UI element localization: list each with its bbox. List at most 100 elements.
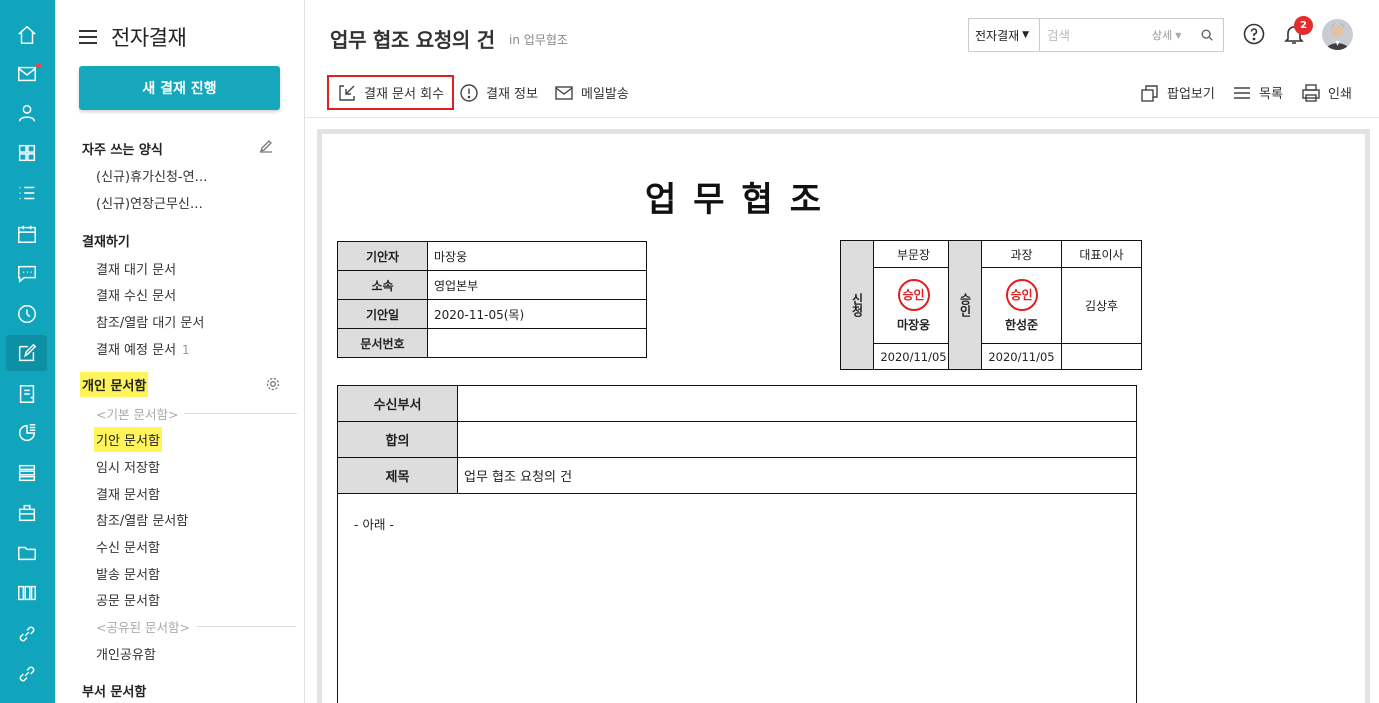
sidebar-item-reference[interactable]: 참조/열람 문서함 <box>96 510 188 529</box>
sidebar-item-received[interactable]: 결재 수신 문서 <box>96 285 176 304</box>
drafter-info-table: 기안자 마장웅 소속 영업본부 기안일 2020-11-05(목) 문서번호 <box>337 241 647 358</box>
rail-briefcase-icon[interactable] <box>6 495 47 531</box>
rail-mail-icon[interactable] <box>6 56 47 92</box>
rail-list-icon[interactable] <box>6 175 47 211</box>
sidebar-item-drafts[interactable]: 기안 문서함 <box>94 427 162 452</box>
rail-approval-icon[interactable] <box>6 335 47 371</box>
sidebar-item-inbox[interactable]: 수신 문서함 <box>96 537 160 556</box>
approve-role: 대표이사 <box>1061 240 1142 268</box>
dept-section-title: 부서 문서함 <box>82 685 147 700</box>
favorite-item[interactable]: (신규)휴가신청-연… <box>96 166 208 185</box>
settings-gear-icon[interactable] <box>265 376 281 392</box>
apply-side-label: 신청 <box>840 240 874 370</box>
recall-icon <box>339 84 355 101</box>
page-subtitle: in 업무협조 <box>509 33 568 47</box>
send-mail-label: 메일발송 <box>581 87 629 102</box>
search-input[interactable] <box>1040 19 1152 51</box>
search-scope-select[interactable]: 전자결재 ▼ <box>969 19 1040 51</box>
rail-link-icon[interactable] <box>6 616 47 652</box>
search-scope-label: 전자결재 <box>975 28 1020 43</box>
signer-name: 김상후 <box>1084 299 1119 313</box>
approval-info-button[interactable]: 결재 정보 <box>459 76 538 109</box>
sidebar-item-official[interactable]: 공문 문서함 <box>96 590 160 609</box>
rail-clock-icon[interactable] <box>6 296 47 332</box>
divider <box>184 413 298 414</box>
approve-side-label: 승인 <box>948 240 982 370</box>
favorite-item[interactable]: (신규)연장근무신… <box>96 193 203 212</box>
sidebar-item-temp[interactable]: 임시 저장함 <box>96 457 160 476</box>
search-icon[interactable] <box>1192 19 1222 51</box>
table-row: 문서번호 <box>337 328 647 358</box>
body-key: 제목 <box>337 457 458 494</box>
info-value: 영업본부 <box>427 270 647 300</box>
apply-signature-table: 신청 부문장 승인 마장웅 2020/11/05 <box>840 240 954 370</box>
sidebar: 전자결재 새 결재 진행 자주 쓰는 양식 (신규)휴가신청-연… (신규)연장… <box>55 0 305 703</box>
rail-chat-icon[interactable] <box>6 256 47 292</box>
avatar[interactable] <box>1322 19 1353 50</box>
approve-signature-table: 승인 과장 대표이사 승인 한성준 김상후 2020/11/05 <box>948 240 1142 370</box>
scheduled-count: 1 <box>182 343 190 357</box>
apply-date: 2020/11/05 <box>873 343 954 370</box>
document-content: - 아래 - <box>337 493 1137 703</box>
document-body-table: 수신부서 합의 제목 업무 협조 요청의 건 - 아래 - <box>337 385 1137 703</box>
search-bar: 전자결재▼ 상세▼ <box>968 18 1224 52</box>
sidebar-item-reference-pending[interactable]: 참조/열람 대기 문서 <box>96 312 204 331</box>
signer-name: 한성준 <box>1004 317 1039 332</box>
popup-view-button[interactable]: 팝업보기 <box>1140 76 1215 109</box>
sidebar-item-approved[interactable]: 결재 문서함 <box>96 484 160 503</box>
recall-document-button[interactable]: 결재 문서 회수 <box>327 75 455 110</box>
approve-signature-cell: 승인 한성준 <box>981 267 1062 344</box>
page-title: 업무 협조 요청의 건 <box>330 28 495 52</box>
mail-icon <box>555 85 573 100</box>
approve-date <box>1061 343 1142 370</box>
signer-name: 마장웅 <box>896 317 931 332</box>
approval-info-label: 결재 정보 <box>486 87 538 102</box>
personal-section-title[interactable]: 개인 문서함 <box>80 372 149 397</box>
chevron-down-icon: ▼ <box>1022 30 1030 40</box>
help-icon[interactable] <box>1242 22 1266 46</box>
search-detail-toggle[interactable]: 상세 ▼ <box>1152 19 1192 51</box>
favorites-section-title: 자주 쓰는 양식 <box>82 143 163 158</box>
sidebar-item-sent[interactable]: 발송 문서함 <box>96 564 160 583</box>
sidebar-item-scheduled[interactable]: 결재 예정 문서 1 <box>96 339 190 358</box>
sidebar-title: 전자결재 <box>111 26 187 50</box>
new-approval-button[interactable]: 새 결재 진행 <box>79 66 280 110</box>
sidebar-item-label: 결재 예정 문서 <box>96 343 177 358</box>
recall-label: 결재 문서 회수 <box>364 87 445 102</box>
approve-section-title: 결재하기 <box>82 235 130 250</box>
rail-folder-icon[interactable] <box>6 535 47 571</box>
info-key: 기안자 <box>337 241 428 271</box>
basic-folder-group-label: <기본 문서함> <box>96 404 298 423</box>
body-key: 합의 <box>337 421 458 458</box>
search-detail-label: 상세 <box>1152 29 1173 42</box>
toolbar-divider <box>305 117 1379 118</box>
group-label-text: <공유된 문서함> <box>96 620 190 635</box>
sidebar-item-personal-shared[interactable]: 개인공유함 <box>96 644 156 663</box>
rail-board-icon[interactable] <box>6 376 47 412</box>
sidebar-item-pending[interactable]: 결재 대기 문서 <box>96 259 176 278</box>
edit-favorites-icon[interactable] <box>258 138 274 154</box>
notification-badge: 2 <box>1294 16 1313 35</box>
table-row: 수신부서 <box>337 385 1137 422</box>
document-title: 업무협조 <box>644 180 839 220</box>
rail-contacts-icon[interactable] <box>6 95 47 131</box>
list-icon <box>1234 86 1250 99</box>
rail-home-icon[interactable] <box>6 17 47 53</box>
info-key: 소속 <box>337 270 428 300</box>
hamburger-menu-icon[interactable] <box>79 30 97 44</box>
list-button[interactable]: 목록 <box>1232 76 1283 109</box>
send-mail-button[interactable]: 메일발송 <box>554 76 629 109</box>
rail-library-icon[interactable] <box>6 575 47 611</box>
approve-date: 2020/11/05 <box>981 343 1062 370</box>
rail-report-icon[interactable] <box>6 415 47 451</box>
rail-apps-icon[interactable] <box>6 135 47 171</box>
rail-link2-icon[interactable] <box>6 656 47 692</box>
rail-stack-icon[interactable] <box>6 455 47 491</box>
print-button[interactable]: 인쇄 <box>1301 76 1352 109</box>
list-label: 목록 <box>1259 87 1283 102</box>
rail-calendar-icon[interactable] <box>6 216 47 252</box>
sidebar-header: 전자결재 <box>79 22 187 52</box>
mail-unread-dot <box>36 63 41 68</box>
table-row: - 아래 - <box>337 493 1137 703</box>
table-row: 제목 업무 협조 요청의 건 <box>337 457 1137 494</box>
